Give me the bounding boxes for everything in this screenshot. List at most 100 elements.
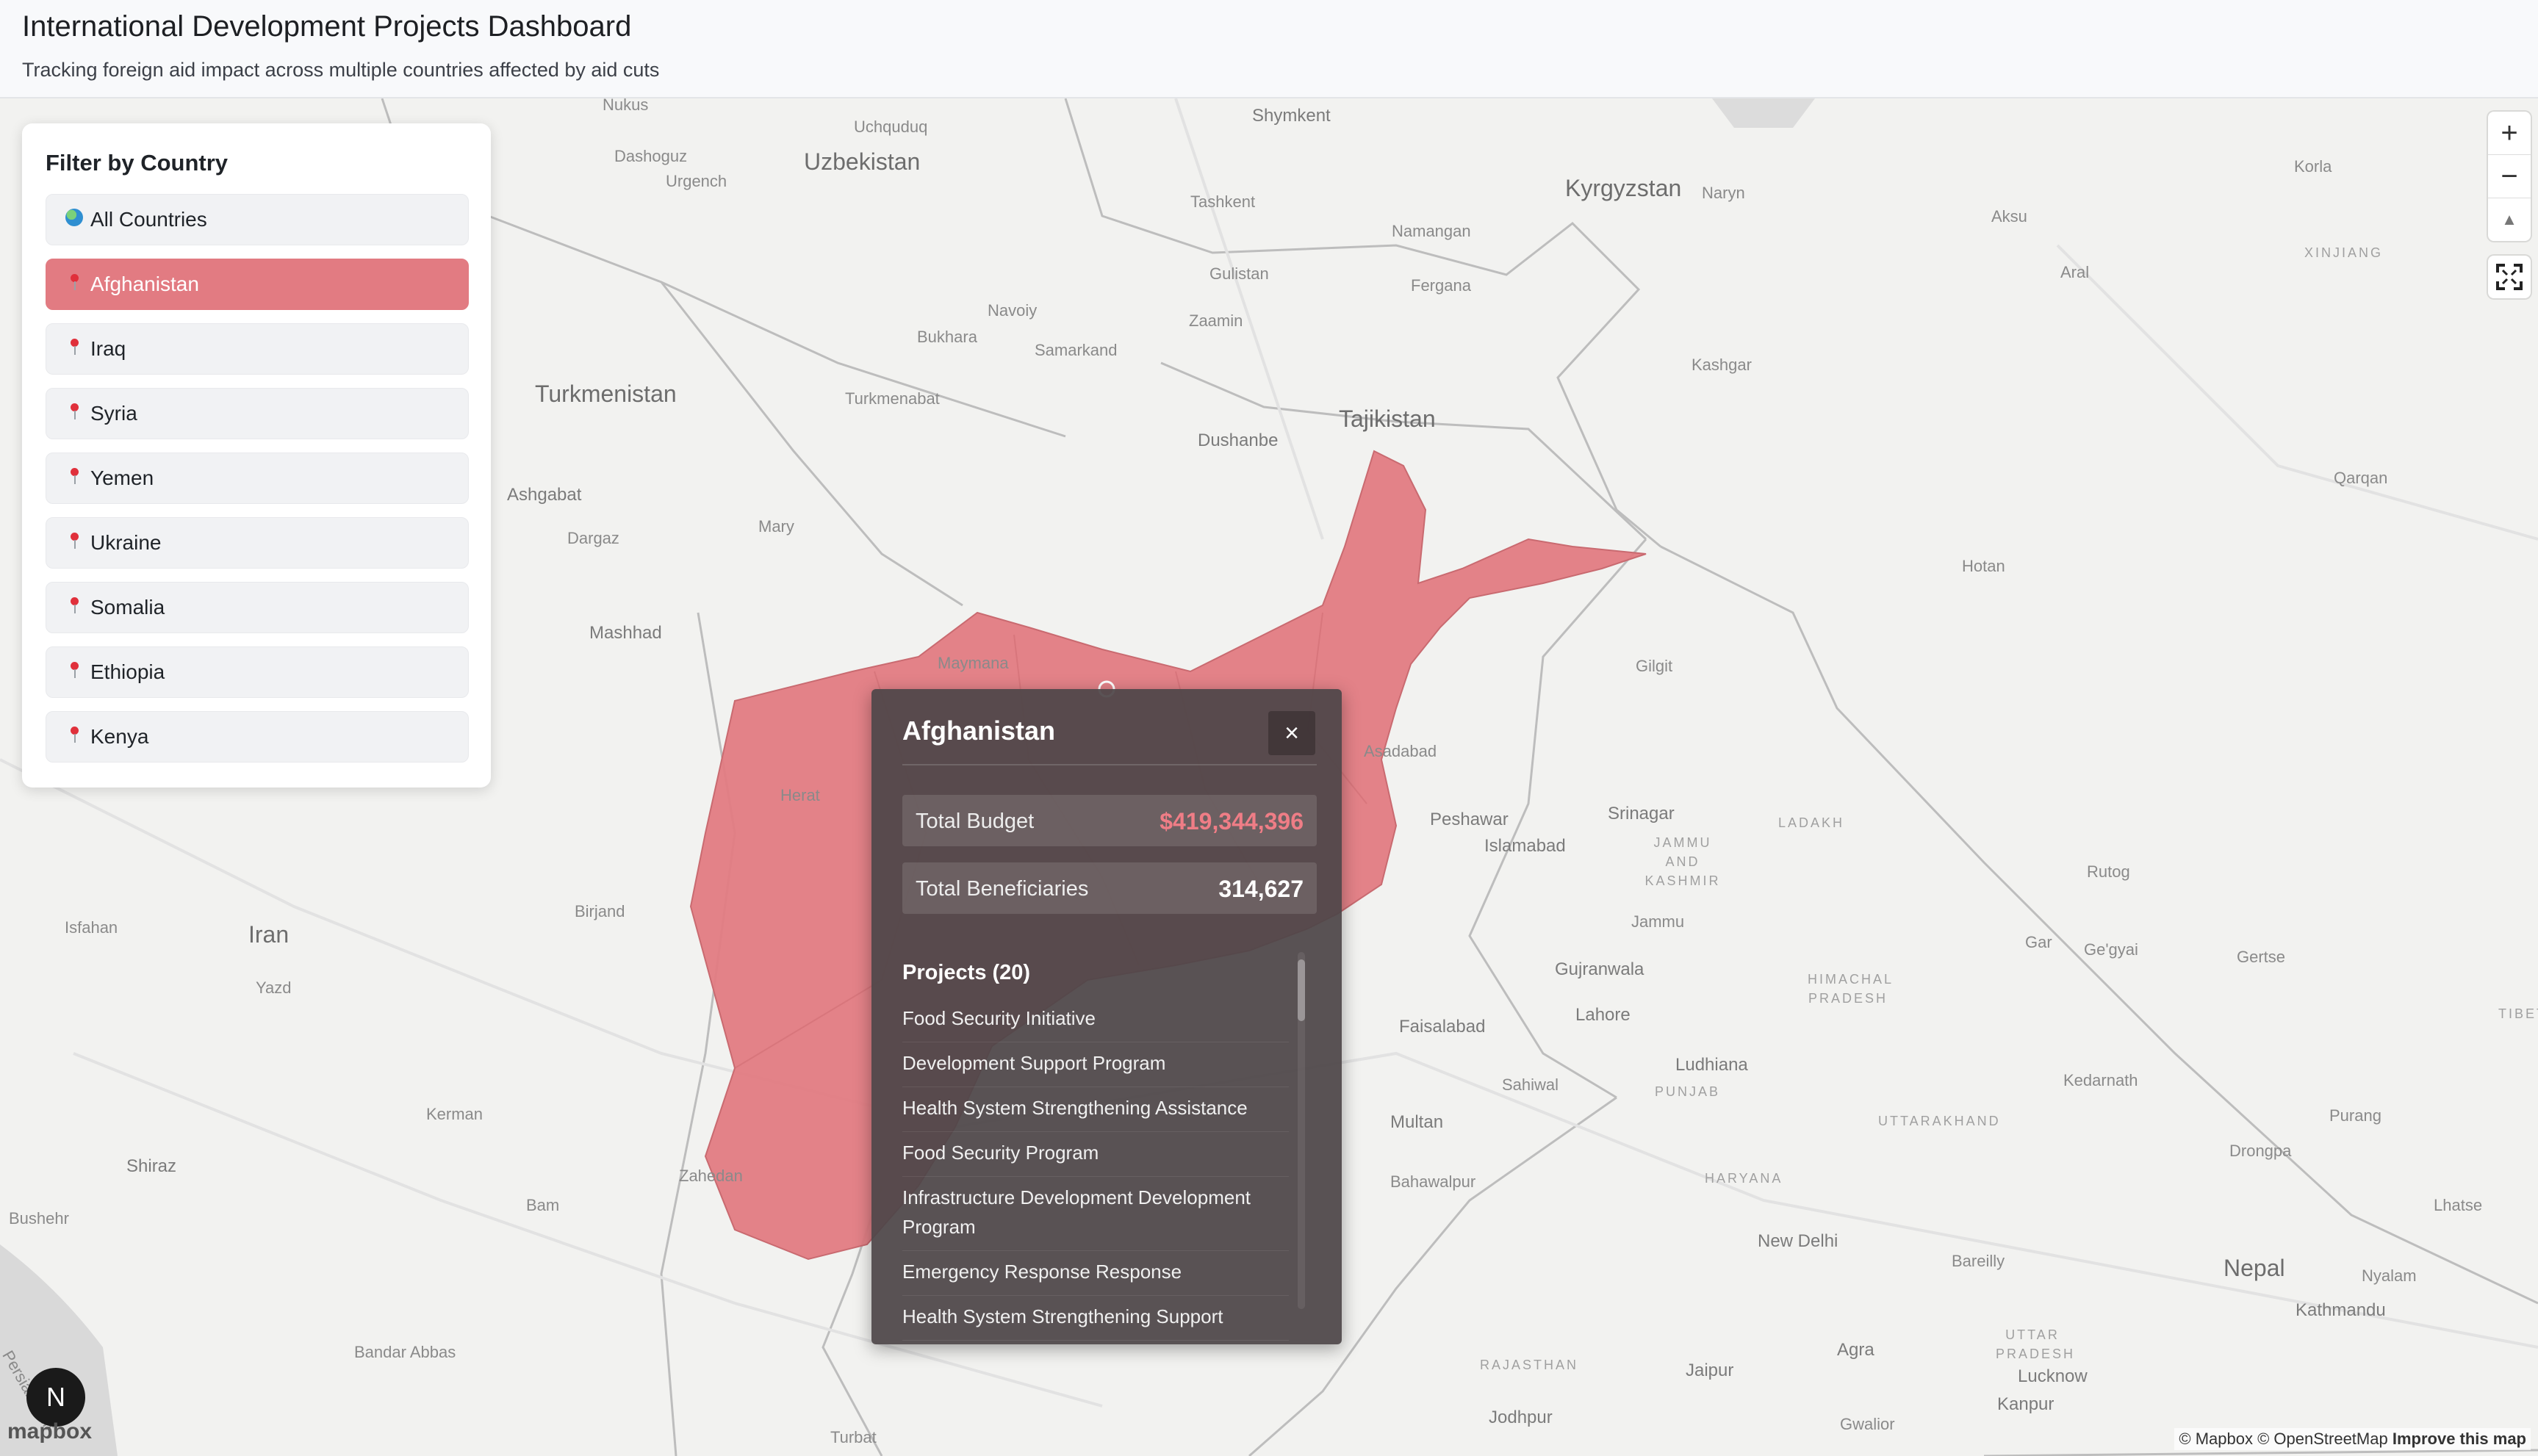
- map-label-city: Bandar Abbas: [354, 1343, 456, 1361]
- zoom-in-button[interactable]: +: [2488, 112, 2531, 155]
- map-label-country: Tajikistan: [1339, 406, 1436, 432]
- filter-item-label: Syria: [90, 402, 137, 425]
- projects-scrollbar[interactable]: [1298, 952, 1305, 1309]
- filter-syria[interactable]: Syria: [46, 388, 469, 439]
- beneficiaries-stat: Total Beneficiaries 314,627: [902, 862, 1317, 914]
- map-label-country: Uzbekistan: [804, 148, 921, 175]
- fullscreen-icon: [2496, 264, 2523, 290]
- map-label-region: HIMACHAL PRADESH: [1808, 972, 1894, 1006]
- map-label-city: Turkmenabat: [845, 389, 940, 408]
- map-label-city: Shymkent: [1252, 106, 1331, 126]
- map-label-city: Ludhiana: [1675, 1055, 1748, 1075]
- projects-list: Food Security Initiative Development Sup…: [902, 998, 1289, 1341]
- map-label-city: Gertse: [2237, 948, 2286, 966]
- north-compass-badge: N: [26, 1368, 85, 1427]
- map-label-city: Agra: [1837, 1340, 1874, 1360]
- filter-item-label: Kenya: [90, 725, 149, 748]
- filter-all-countries[interactable]: All Countries: [46, 194, 469, 245]
- close-button[interactable]: ×: [1268, 711, 1315, 755]
- map-label-city: Nukus: [603, 98, 649, 114]
- map-label-city: Peshawar: [1430, 810, 1509, 829]
- map-label-region: JAMMU AND KASHMIR: [1644, 835, 1721, 888]
- map-label-city: Dargaz: [567, 529, 619, 547]
- scrollbar-thumb[interactable]: [1298, 959, 1305, 1021]
- map-label-city: Jammu: [1631, 912, 1685, 931]
- project-item[interactable]: Emergency Response Response: [902, 1251, 1289, 1296]
- attribution-text: © Mapbox © OpenStreetMap: [2179, 1430, 2388, 1448]
- zoom-out-button[interactable]: −: [2488, 155, 2531, 198]
- filter-item-label: Iraq: [90, 337, 126, 360]
- filter-ethiopia[interactable]: Ethiopia: [46, 646, 469, 698]
- map-label-city: Kathmandu: [2296, 1300, 2386, 1320]
- map-attribution: © Mapbox © OpenStreetMap Improve this ma…: [2174, 1428, 2531, 1450]
- filter-ukraine[interactable]: Ukraine: [46, 517, 469, 569]
- map-label-city: Aral: [2060, 263, 2090, 281]
- beneficiaries-value: 314,627: [1218, 876, 1304, 902]
- map-label-city: Bam: [526, 1196, 560, 1214]
- budget-value: $419,344,396: [1160, 808, 1304, 835]
- map-label-city: Multan: [1390, 1112, 1444, 1132]
- filter-item-label: All Countries: [90, 208, 207, 231]
- project-item[interactable]: Health System Strengthening Support: [902, 1296, 1289, 1341]
- map-label-city: Bushehr: [9, 1209, 69, 1228]
- map-label-city: Kashgar: [1692, 356, 1752, 374]
- map-label-city: Shiraz: [126, 1156, 177, 1176]
- map-label-city: Navoiy: [988, 301, 1038, 320]
- map-label-city: Turbat: [830, 1428, 877, 1446]
- map-label-city: Tashkent: [1190, 192, 1256, 211]
- project-item[interactable]: Health System Strengthening Assistance: [902, 1087, 1289, 1132]
- map-label-city: Isfahan: [65, 918, 118, 937]
- map-label-city: Herat: [780, 786, 820, 804]
- country-popup: Afghanistan × Total Budget $419,344,396 …: [871, 689, 1342, 1344]
- popup-divider: [902, 764, 1317, 765]
- map-label-region: XINJIANG: [2304, 245, 2384, 260]
- page-title: International Development Projects Dashb…: [22, 10, 632, 43]
- mapbox-logo: mapbox: [7, 1419, 93, 1444]
- map-label-region: UTTAR PRADESH: [1996, 1327, 2076, 1361]
- map-label-city: Jodhpur: [1489, 1408, 1553, 1427]
- compass-reset-button[interactable]: ▲: [2488, 198, 2531, 241]
- map-label-city: Bareilly: [1952, 1252, 2005, 1270]
- pin-icon: [64, 274, 85, 295]
- filter-item-label: Afghanistan: [90, 273, 199, 295]
- map-label-country: Kyrgyzstan: [1565, 175, 1682, 201]
- project-item[interactable]: Development Support Program: [902, 1042, 1289, 1087]
- filter-item-label: Ethiopia: [90, 660, 165, 683]
- map-label-country: Turkmenistan: [535, 381, 677, 407]
- pin-icon: [64, 339, 85, 359]
- map-label-city: Srinagar: [1608, 804, 1675, 823]
- map-label-city: Bahawalpur: [1390, 1172, 1476, 1191]
- fullscreen-button[interactable]: [2488, 256, 2531, 298]
- project-item[interactable]: Food Security Program: [902, 1132, 1289, 1177]
- filter-item-label: Somalia: [90, 596, 165, 619]
- map-label-city: Urgench: [666, 172, 727, 190]
- map-label-city: Gujranwala: [1555, 959, 1644, 979]
- project-item[interactable]: Food Security Initiative: [902, 998, 1289, 1042]
- project-item[interactable]: Infrastructure Development Development P…: [902, 1177, 1289, 1251]
- zoom-controls: + − ▲: [2488, 112, 2531, 241]
- filter-somalia[interactable]: Somalia: [46, 582, 469, 633]
- filter-afghanistan[interactable]: Afghanistan: [46, 259, 469, 310]
- map-label-city: Gar: [2025, 933, 2052, 951]
- map-label-city: Gilgit: [1636, 657, 1673, 675]
- globe-icon: [64, 209, 85, 231]
- budget-label: Total Budget: [916, 810, 1035, 833]
- lake-shape: [1712, 98, 1815, 128]
- filter-yemen[interactable]: Yemen: [46, 453, 469, 504]
- map-label-country: Nepal: [2224, 1255, 2285, 1281]
- map-label-region: HARYANA: [1705, 1171, 1783, 1186]
- country-filter-panel: Filter by Country All Countries Afghanis…: [22, 123, 491, 788]
- map-label-city: Lahore: [1575, 1005, 1631, 1025]
- pin-icon: [64, 403, 85, 424]
- map-label-city: Gwalior: [1840, 1415, 1895, 1433]
- beneficiaries-label: Total Beneficiaries: [916, 877, 1089, 901]
- popup-title: Afghanistan: [902, 716, 1056, 746]
- pin-icon: [64, 727, 85, 747]
- map-label-country: Iran: [248, 921, 290, 948]
- filter-iraq[interactable]: Iraq: [46, 323, 469, 375]
- map-label-city: Qarqan: [2334, 469, 2388, 487]
- filter-kenya[interactable]: Kenya: [46, 711, 469, 763]
- improve-map-link[interactable]: Improve this map: [2393, 1430, 2526, 1448]
- map-label-city: Kanpur: [1997, 1394, 2055, 1414]
- map-label-city: Dashoguz: [614, 147, 688, 165]
